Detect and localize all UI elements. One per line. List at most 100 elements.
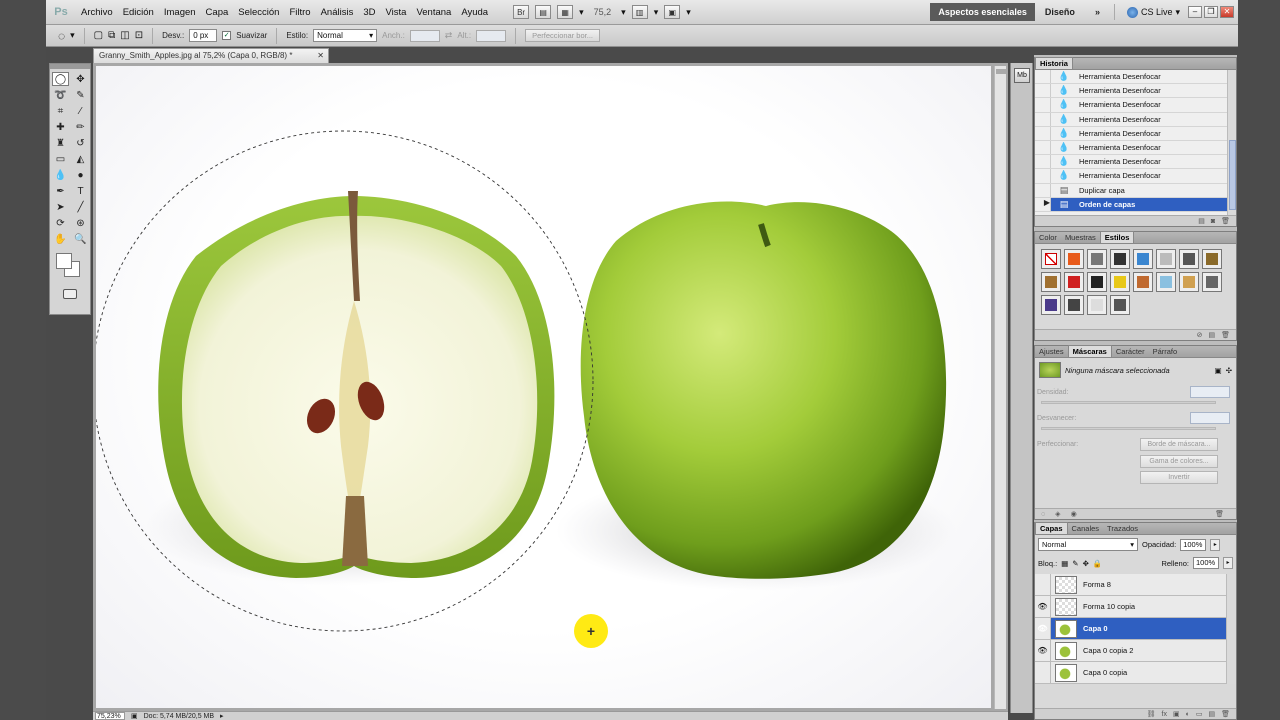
- lock-pixels-icon[interactable]: ✎: [1072, 559, 1078, 568]
- tab-parrafo[interactable]: Párrafo: [1149, 346, 1182, 357]
- style-swatch[interactable]: [1110, 272, 1130, 292]
- style-swatch[interactable]: [1041, 295, 1061, 315]
- eye-icon[interactable]: 👁: [1035, 640, 1051, 661]
- zoom-level[interactable]: 75,2: [590, 7, 616, 17]
- eyedropper-icon[interactable]: ⁄: [72, 104, 89, 118]
- height-input[interactable]: [476, 29, 507, 42]
- history-item[interactable]: 💧 Herramienta Desenfocar: [1035, 155, 1236, 170]
- menu-ventana[interactable]: Ventana: [411, 7, 456, 18]
- tab-caracter[interactable]: Carácter: [1112, 346, 1149, 357]
- eye-icon[interactable]: [1035, 662, 1051, 683]
- style-swatch[interactable]: [1064, 272, 1084, 292]
- document-tab[interactable]: Granny_Smith_Apples.jpg al 75,2% (Capa 0…: [93, 48, 329, 63]
- minimize-icon[interactable]: –: [1188, 6, 1202, 18]
- marquee-preset-icon[interactable]: ◌: [58, 29, 65, 43]
- screen-mode-icon[interactable]: ▣: [664, 5, 681, 19]
- style-swatch[interactable]: [1133, 249, 1153, 269]
- restore-icon[interactable]: ❐: [1204, 6, 1218, 18]
- layer-row[interactable]: 👁 Capa 0 copia 2: [1035, 640, 1236, 662]
- tab-color[interactable]: Color: [1035, 232, 1061, 243]
- history-snapshot-checkbox[interactable]: [1035, 70, 1051, 84]
- no-style-icon[interactable]: ⊘: [1197, 331, 1203, 339]
- blur-icon[interactable]: 💧: [52, 168, 69, 182]
- history-snapshot-checkbox[interactable]: [1035, 84, 1051, 98]
- view-extras-icon[interactable]: ▦: [557, 5, 574, 19]
- cs-live-button[interactable]: CS Live ▾: [1119, 6, 1188, 18]
- workspace-more-button[interactable]: »: [1085, 7, 1110, 17]
- eye-icon[interactable]: [1035, 574, 1051, 595]
- style-swatch[interactable]: [1179, 249, 1199, 269]
- layers-scrollbar[interactable]: [1226, 574, 1236, 684]
- clone-stamp-icon[interactable]: ♜: [52, 136, 69, 150]
- tab-muestras[interactable]: Muestras: [1061, 232, 1100, 243]
- style-swatch[interactable]: [1041, 272, 1061, 292]
- menu-seleccion[interactable]: Selección: [233, 7, 284, 18]
- zoom-icon[interactable]: 🔍: [72, 232, 89, 246]
- subtract-selection-icon[interactable]: ◫: [120, 30, 129, 41]
- layer-name[interactable]: Capa 0 copia: [1083, 668, 1127, 677]
- history-item[interactable]: 💧 Herramienta Desenfocar: [1035, 98, 1236, 113]
- minibridge-panel-icon[interactable]: Mb: [1014, 68, 1030, 83]
- menu-analisis[interactable]: Análisis: [316, 7, 359, 18]
- opacity-input[interactable]: 100%: [1180, 538, 1207, 551]
- paint-bucket-icon[interactable]: ◭: [72, 152, 89, 166]
- style-swatch[interactable]: [1110, 249, 1130, 269]
- swap-icon[interactable]: ⇄: [445, 30, 453, 41]
- history-state-arrow[interactable]: ▶: [1035, 197, 1051, 211]
- history-snapshot-checkbox[interactable]: [1035, 169, 1051, 183]
- style-swatch[interactable]: [1156, 249, 1176, 269]
- history-brush-icon[interactable]: ↺: [72, 136, 89, 150]
- style-swatch[interactable]: [1202, 249, 1222, 269]
- status-zoom[interactable]: 75,23%: [95, 712, 125, 720]
- menu-ayuda[interactable]: Ayuda: [456, 7, 493, 18]
- healing-brush-icon[interactable]: ✚: [52, 120, 69, 134]
- layer-row[interactable]: Forma 8: [1035, 574, 1236, 596]
- history-snapshot-checkbox[interactable]: [1035, 98, 1051, 112]
- menu-imagen[interactable]: Imagen: [159, 7, 201, 18]
- layer-row[interactable]: Capa 0 copia: [1035, 662, 1236, 684]
- new-selection-icon[interactable]: ▢: [94, 30, 103, 41]
- style-swatch[interactable]: [1133, 272, 1153, 292]
- tab-estilos[interactable]: Estilos: [1099, 231, 1135, 243]
- add-vector-mask-icon[interactable]: ✣: [1226, 366, 1232, 375]
- new-group-icon[interactable]: ▭: [1196, 710, 1203, 718]
- tab-mascaras[interactable]: Máscaras: [1067, 345, 1112, 357]
- history-item[interactable]: 💧 Herramienta Desenfocar: [1035, 84, 1236, 99]
- blend-mode-select[interactable]: Normal ▾: [1038, 538, 1138, 551]
- menu-filtro[interactable]: Filtro: [284, 7, 315, 18]
- fill-slider-toggle[interactable]: ▸: [1223, 557, 1233, 569]
- style-select[interactable]: Normal ▾: [313, 29, 378, 42]
- camera-icon[interactable]: ◙: [1211, 218, 1215, 225]
- width-input[interactable]: [409, 29, 440, 42]
- style-swatch[interactable]: [1087, 272, 1107, 292]
- mask-edge-button[interactable]: Borde de máscara...: [1140, 438, 1218, 451]
- 3d-orbit-icon[interactable]: ⊛: [72, 216, 89, 230]
- scrollbar-thumb[interactable]: [1229, 140, 1236, 210]
- quick-selection-icon[interactable]: ✎: [72, 88, 89, 102]
- density-input[interactable]: [1190, 386, 1230, 398]
- layer-row[interactable]: 👁 Forma 10 copia: [1035, 596, 1236, 618]
- opacity-slider-toggle[interactable]: ▸: [1210, 538, 1221, 551]
- density-slider[interactable]: [1041, 401, 1216, 404]
- style-swatch[interactable]: [1110, 295, 1130, 315]
- history-snapshot-checkbox[interactable]: [1035, 155, 1051, 169]
- trash-icon[interactable]: 🗑: [1221, 331, 1230, 339]
- lock-transparency-icon[interactable]: ▦: [1061, 559, 1068, 568]
- close-icon[interactable]: ✕: [317, 51, 324, 60]
- feather-input[interactable]: 0 px: [189, 29, 218, 42]
- add-selection-icon[interactable]: ⧉: [108, 30, 115, 41]
- add-mask-icon[interactable]: ▣: [1173, 710, 1180, 718]
- hand-icon[interactable]: ✋: [52, 232, 69, 246]
- 3d-rotate-icon[interactable]: ⟳: [52, 216, 69, 230]
- style-swatch[interactable]: [1156, 272, 1176, 292]
- add-pixel-mask-icon[interactable]: ▣: [1215, 366, 1222, 375]
- layer-name[interactable]: Capa 0: [1083, 624, 1108, 633]
- tab-historia[interactable]: Historia: [1035, 57, 1073, 69]
- menu-vista[interactable]: Vista: [381, 7, 412, 18]
- new-style-icon[interactable]: ▤: [1208, 331, 1215, 339]
- chevron-down-icon[interactable]: ▾: [621, 7, 626, 18]
- chevron-down-icon[interactable]: ▾: [579, 7, 584, 18]
- line-tool-icon[interactable]: ╱: [72, 200, 89, 214]
- workspace-essentials-button[interactable]: Aspectos esenciales: [930, 3, 1035, 21]
- layer-row-selected[interactable]: 👁 Capa 0: [1035, 618, 1236, 640]
